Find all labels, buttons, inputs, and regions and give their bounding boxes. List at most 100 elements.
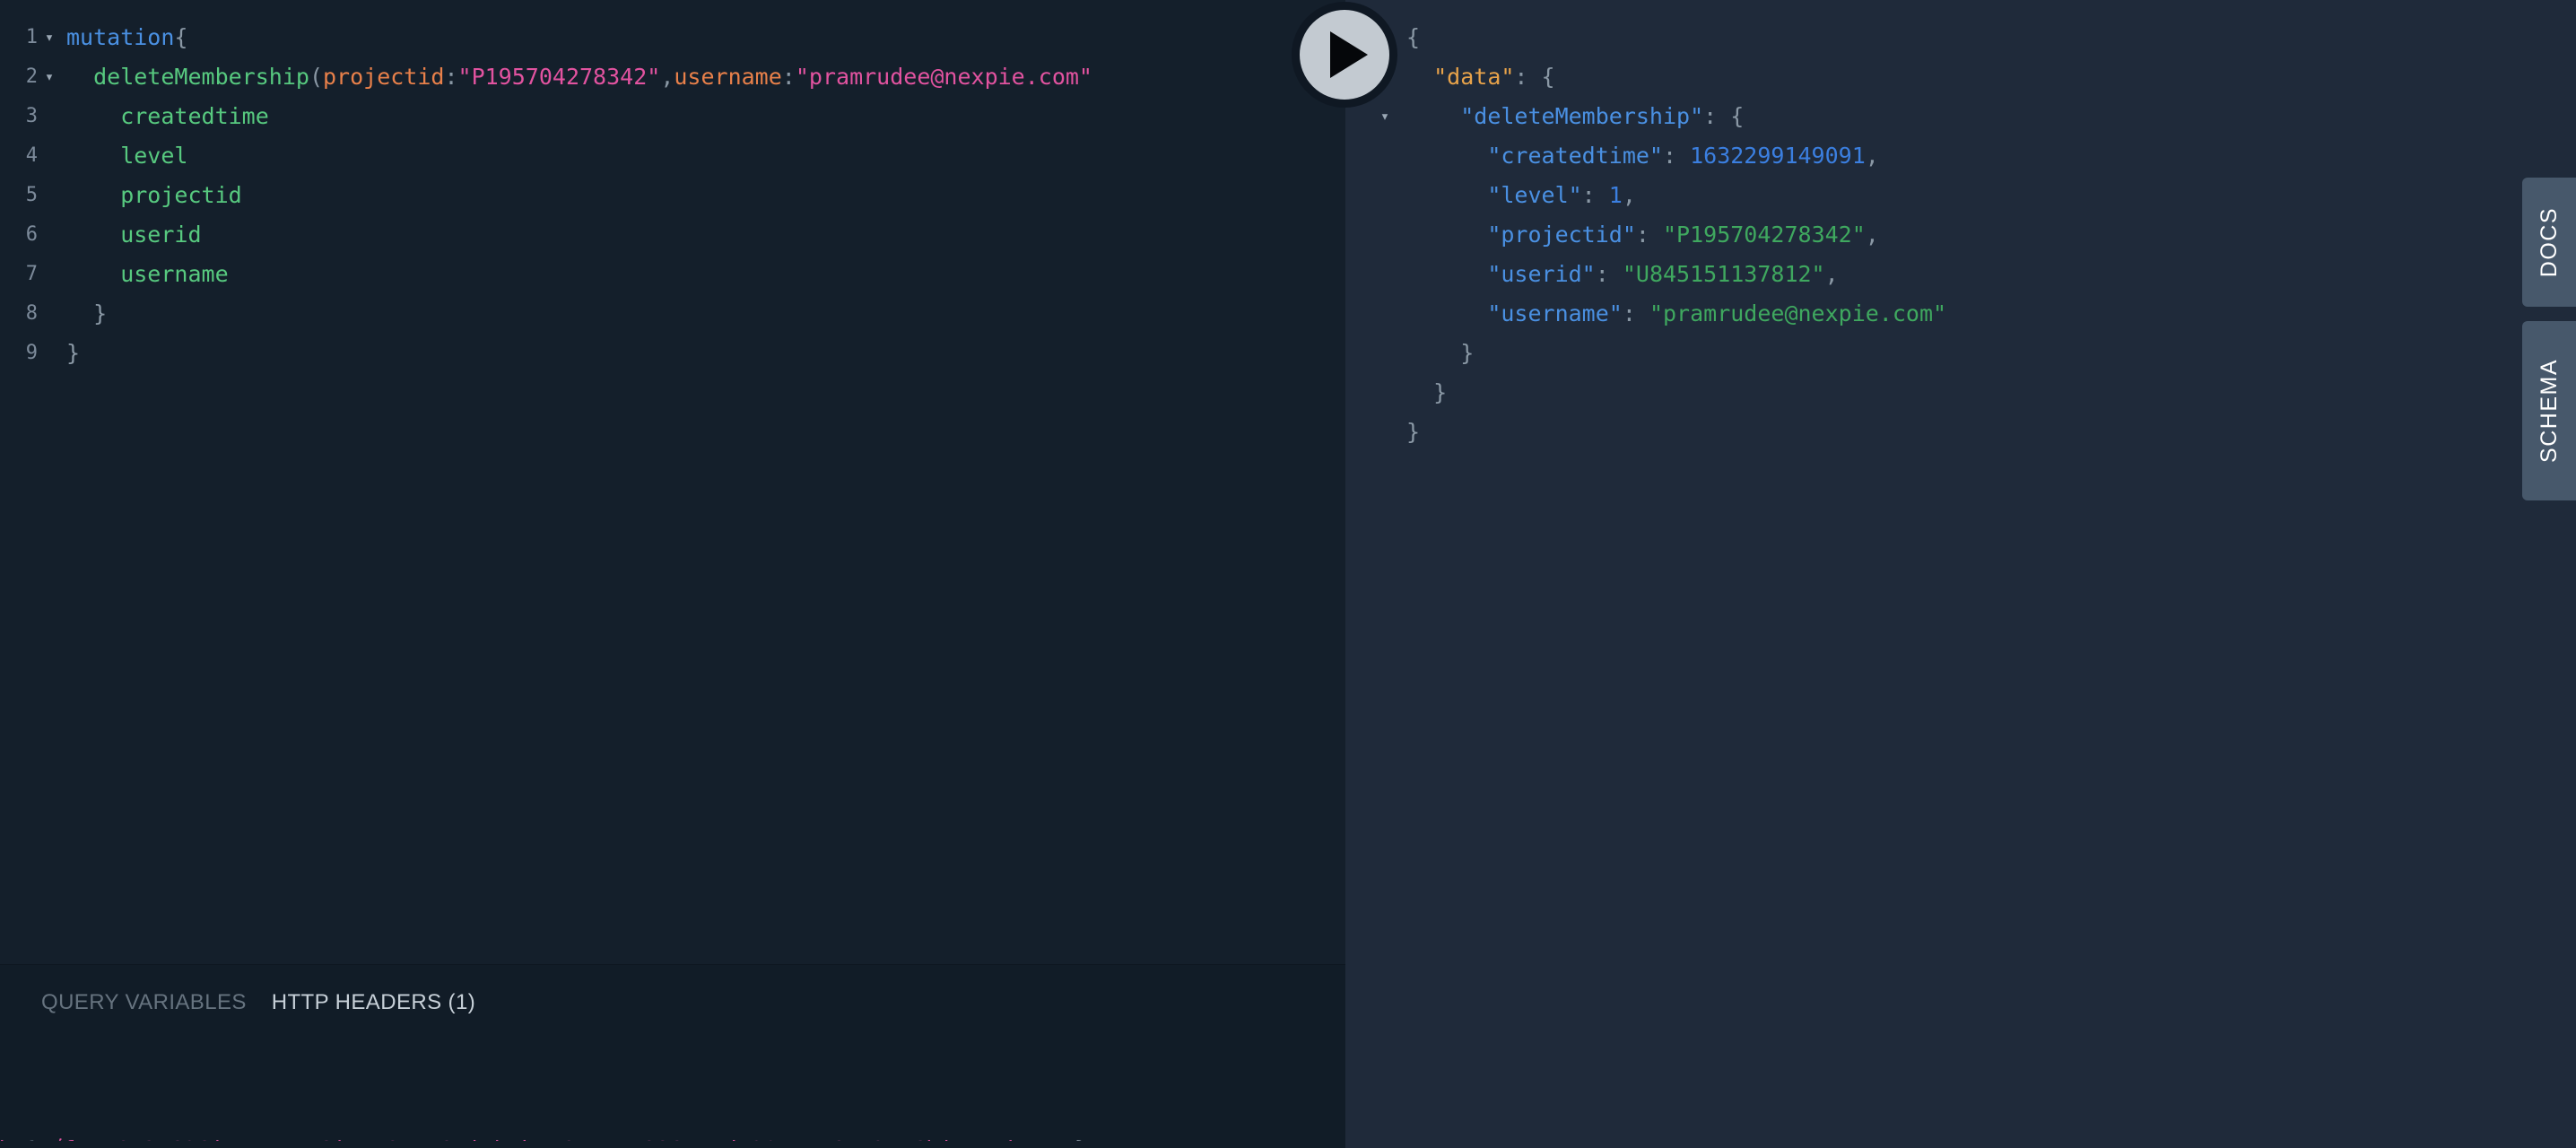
line-number: 1: [25, 26, 38, 48]
line-text: }: [61, 334, 1345, 373]
query-line: 5 projectid: [0, 176, 1345, 215]
token: "data": [1433, 64, 1515, 90]
result-line-text: "createdtime": 1632299149091,: [1401, 136, 1879, 176]
line-text: username: [61, 255, 1345, 294]
token: :: [1662, 143, 1691, 169]
result-line: "userid": "U845151137812",: [1345, 255, 2576, 294]
result-line-text: }: [1401, 373, 1447, 413]
token: :: [1581, 182, 1609, 208]
line-number: 7: [25, 263, 38, 285]
result-line: }: [1345, 373, 2576, 413]
graphql-playground-app: 1 ▾ mutation{2 ▾ deleteMembership(projectid…: [0, 0, 2576, 1148]
result-line: ▾ "data": {: [1345, 57, 2576, 97]
token: ,: [1622, 182, 1636, 208]
query-line: 3 createdtime: [0, 97, 1345, 136]
token: deleteMembership: [66, 64, 309, 90]
line-number: 2: [25, 65, 38, 88]
token: projectid: [66, 182, 242, 208]
result-viewer[interactable]: ▾{▾ "data": {▾ "deleteMembership": { "cr…: [1345, 0, 2576, 452]
line-text: deleteMembership(projectid: "P19570427834…: [61, 57, 1345, 97]
token: projectid: [323, 64, 445, 90]
token: :: [1622, 300, 1649, 326]
token: ,: [1865, 222, 1879, 248]
line-text: userid: [61, 215, 1345, 255]
query-line: 2 ▾ deleteMembership(projectid: "P19570427…: [0, 57, 1345, 97]
variables-pane: QUERY VARIABLES HTTP HEADERS (1) ɖ 1 √f1n…: [0, 964, 1345, 1148]
token: : {: [1703, 103, 1745, 129]
result-line-text: }: [1401, 413, 1420, 452]
tab-http-headers[interactable]: HTTP HEADERS (1): [272, 990, 475, 1015]
token: username: [674, 64, 782, 90]
result-column: ▾{▾ "data": {▾ "deleteMembership": { "cr…: [1345, 0, 2576, 1148]
query-line: 7 username: [0, 255, 1345, 294]
result-line-text: "userid": "U845151137812",: [1401, 255, 1839, 294]
fold-triangle-icon[interactable]: ▾: [38, 18, 61, 57]
line-text: createdtime: [61, 97, 1345, 136]
headers-scroll-prefix: ɖ: [0, 1130, 6, 1141]
token: :: [1635, 222, 1663, 248]
schema-tab[interactable]: SCHEMA: [2522, 321, 2576, 500]
line-text: level: [61, 136, 1345, 176]
query-line: 6 userid: [0, 215, 1345, 255]
token: "createdtime": [1487, 143, 1663, 169]
token: ,: [1824, 261, 1839, 287]
query-line: 8 }: [0, 294, 1345, 334]
token: }: [66, 340, 81, 366]
token: :: [781, 64, 796, 90]
result-line-text: "level": 1,: [1401, 176, 1636, 215]
editor-column: 1 ▾ mutation{2 ▾ deleteMembership(projectid…: [0, 0, 1345, 1148]
result-line: "level": 1,: [1345, 176, 2576, 215]
line-text: }: [61, 294, 1345, 334]
tab-query-variables[interactable]: QUERY VARIABLES: [41, 990, 247, 1015]
result-line-text: }: [1401, 334, 1474, 373]
result-line: }: [1345, 413, 2576, 452]
token: }: [1406, 419, 1421, 445]
result-line: "createdtime": 1632299149091,: [1345, 136, 2576, 176]
result-line: "username": "pramrudee@nexpie.com": [1345, 294, 2576, 334]
line-number: 5: [25, 184, 38, 206]
docs-tab-label: DOCS: [2536, 206, 2562, 278]
token: "deleteMembership": [1460, 103, 1704, 129]
fold-triangle-icon[interactable]: ▾: [38, 57, 61, 97]
token: "U845151137812": [1622, 261, 1825, 287]
token: :: [1595, 261, 1623, 287]
token: "username": [1487, 300, 1623, 326]
token: mutation: [66, 24, 175, 50]
token: }: [1406, 379, 1448, 405]
execute-query-button[interactable]: [1292, 2, 1397, 108]
result-line-text: "data": {: [1401, 57, 1554, 97]
query-line: 4 level: [0, 136, 1345, 176]
line-number: 8: [25, 302, 38, 325]
query-code-area[interactable]: 1 ▾ mutation{2 ▾ deleteMembership(projectid…: [0, 0, 1345, 373]
result-line: }: [1345, 334, 2576, 373]
query-line: 1 ▾ mutation{: [0, 18, 1345, 57]
token: {: [174, 24, 188, 50]
line-number: 3: [25, 105, 38, 127]
token: "P195704278342": [457, 64, 661, 90]
query-editor[interactable]: 1 ▾ mutation{2 ▾ deleteMembership(projectid…: [0, 0, 1345, 964]
headers-line-text: √f1no6z2rG3GisxaU-AcCjmsR0rXROTjZbYkHB6r…: [38, 1130, 1088, 1141]
result-line: ▾ "deleteMembership": {: [1345, 97, 2576, 136]
token: }: [1406, 340, 1475, 366]
docs-tab[interactable]: DOCS: [2522, 178, 2576, 307]
token: (: [309, 64, 323, 90]
token: "projectid": [1487, 222, 1636, 248]
result-line: "projectid": "P195704278342",: [1345, 215, 2576, 255]
http-headers-editor[interactable]: ɖ 1 √f1no6z2rG3GisxaU-AcCjmsR0rXROTjZbYk…: [0, 1051, 1345, 1141]
